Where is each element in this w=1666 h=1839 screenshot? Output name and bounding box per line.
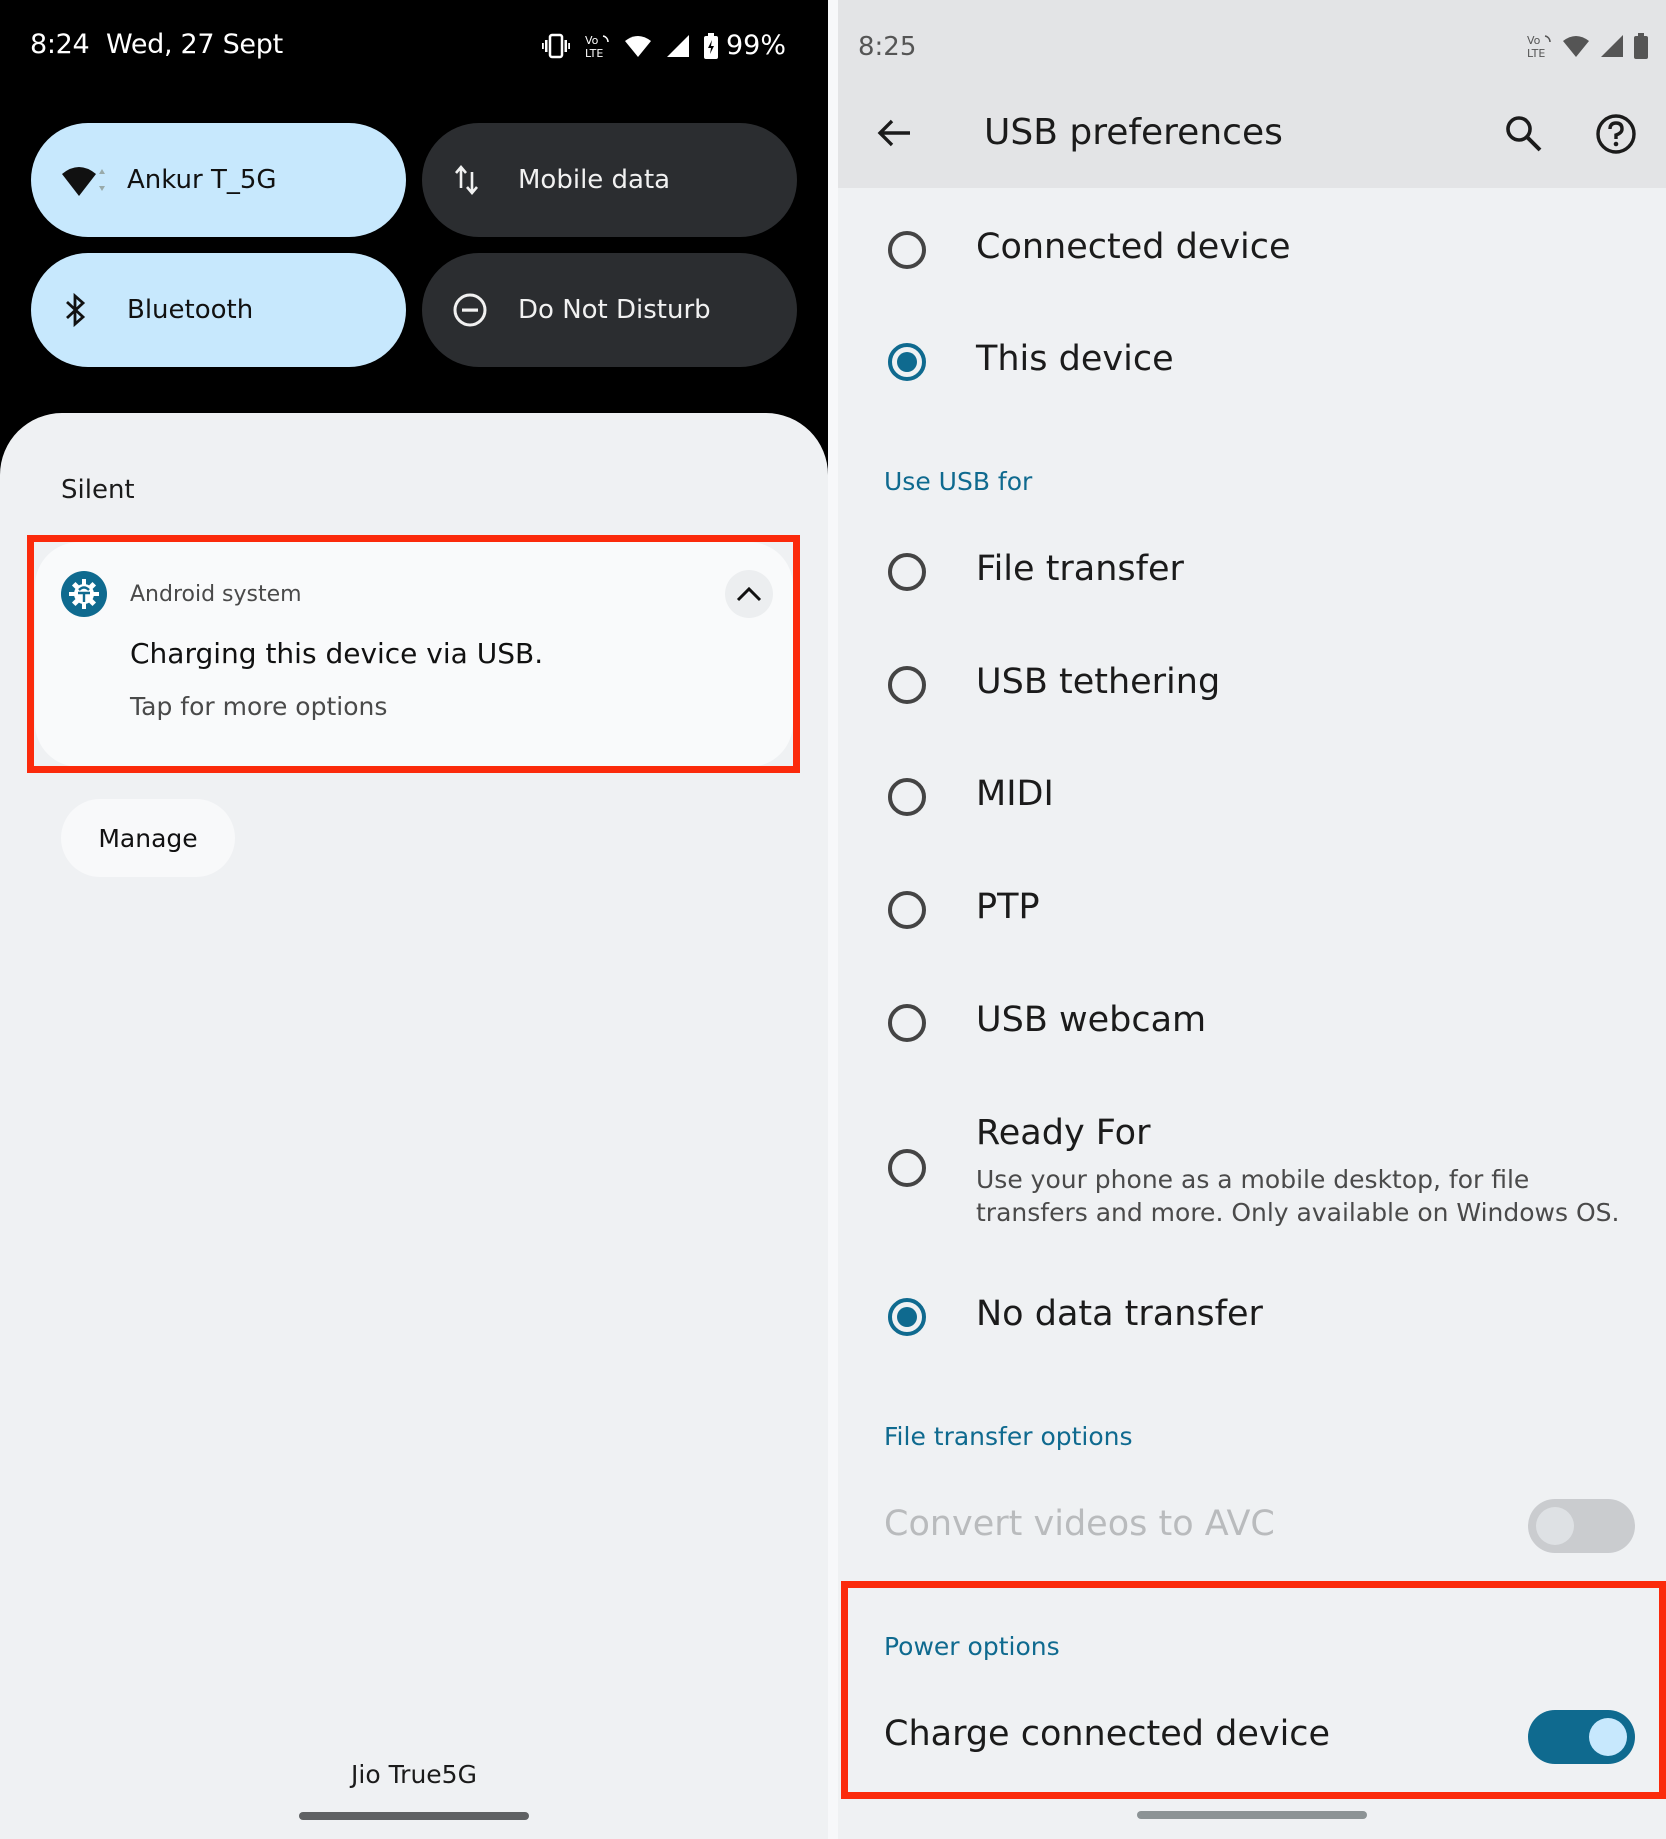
status-time-date: 8:24 Wed, 27 Sept (30, 29, 283, 60)
volte-icon: VoLTE (1527, 34, 1551, 59)
radio-label: Connected device (976, 227, 1291, 267)
volte-icon: VoLTE (585, 34, 609, 59)
wifi-icon (1563, 36, 1589, 57)
status-time: 8:25 (858, 32, 917, 62)
help-button[interactable] (1595, 113, 1637, 155)
svg-text:LTE: LTE (1527, 47, 1545, 59)
home-gesture-bar[interactable] (1137, 1811, 1367, 1819)
radio-label: MIDI (976, 774, 1054, 814)
app-bar (838, 0, 1666, 188)
radio-button-checked[interactable] (888, 1298, 926, 1336)
vibrate-icon (541, 33, 570, 58)
radio-button[interactable] (888, 1004, 926, 1042)
tile-bluetooth[interactable]: Bluetooth (31, 253, 406, 367)
radio-row-this-device[interactable]: This device (838, 320, 1666, 404)
notification-shade: 8:24 Wed, 27 Sept Vo LTE 99% Ankur T_5G M… (0, 0, 828, 1839)
radio-label: USB tethering (976, 662, 1221, 702)
radio-row-no-data-transfer[interactable]: No data transfer (838, 1275, 1666, 1359)
radio-button[interactable] (888, 1149, 926, 1187)
description-line-1: Use your phone as a mobile desktop, for … (976, 1165, 1530, 1194)
svg-text:Vo: Vo (585, 34, 599, 47)
tile-label: Mobile data (518, 165, 671, 195)
radio-row-file-transfer[interactable]: File transfer (838, 530, 1666, 614)
tile-label: Ankur T_5G (127, 165, 277, 195)
radio-label: No data transfer (976, 1294, 1263, 1334)
radio-row-usb-webcam[interactable]: USB webcam (838, 981, 1666, 1065)
signal-icon (666, 34, 689, 57)
radio-button[interactable] (888, 231, 926, 269)
radio-label: This device (976, 339, 1174, 379)
highlight-box-power-options (841, 1581, 1666, 1799)
page-title: USB preferences (984, 112, 1283, 153)
radio-description: Use your phone as a mobile desktop, for … (976, 1163, 1636, 1229)
highlight-box-notification (27, 535, 800, 773)
status-time: 8:24 (30, 29, 90, 60)
svg-text:Vo: Vo (1527, 34, 1541, 47)
convert-videos-toggle (1528, 1499, 1635, 1553)
battery-charging-icon (703, 32, 718, 59)
radio-button[interactable] (888, 891, 926, 929)
bluetooth-icon (61, 290, 109, 330)
battery-percent: 99% (725, 30, 786, 61)
tile-label: Do Not Disturb (518, 295, 711, 325)
manage-button[interactable]: Manage (61, 799, 235, 877)
carrier-label: Jio True5G (351, 1760, 477, 1789)
search-button[interactable] (1503, 113, 1545, 155)
radio-row-ptp[interactable]: PTP (838, 868, 1666, 952)
usb-preferences-screen: 8:25 Vo LTE USB preferences Connected dev… (838, 0, 1666, 1839)
description-line-2: transfers and more. Only available on Wi… (976, 1198, 1620, 1227)
radio-row-midi[interactable]: MIDI (838, 755, 1666, 839)
radio-label: USB webcam (976, 1000, 1207, 1040)
status-icons: Vo LTE (1526, 33, 1648, 59)
arrow-back-icon (877, 119, 910, 147)
svg-text:LTE: LTE (585, 47, 603, 59)
section-header-file-transfer-options: File transfer options (884, 1422, 1133, 1451)
radio-button[interactable] (888, 553, 926, 591)
radio-button-checked[interactable] (888, 343, 926, 381)
radio-button[interactable] (888, 666, 926, 704)
radio-label: Ready For (976, 1113, 1151, 1153)
radio-row-ready-for[interactable]: Ready For Use your phone as a mobile des… (838, 1100, 1666, 1240)
status-date: Wed, 27 Sept (106, 29, 283, 60)
switch-row-convert-videos: Convert videos to AVC (838, 1485, 1666, 1569)
mobile-data-icon (452, 160, 500, 200)
wifi-icon (624, 35, 651, 57)
panel-divider (828, 0, 838, 1839)
radio-row-connected-device[interactable]: Connected device (838, 208, 1666, 292)
wifi-icon (61, 160, 109, 200)
do-not-disturb-icon (452, 290, 500, 330)
radio-row-usb-tethering[interactable]: USB tethering (838, 643, 1666, 727)
battery-icon (1634, 33, 1648, 59)
tile-wifi[interactable]: Ankur T_5G (31, 123, 406, 237)
section-header-use-usb-for: Use USB for (884, 467, 1033, 496)
home-gesture-bar[interactable] (299, 1812, 529, 1820)
tile-mobile-data[interactable]: Mobile data (422, 123, 797, 237)
radio-label: PTP (976, 887, 1040, 927)
section-label-silent: Silent (61, 475, 135, 505)
search-icon (1506, 116, 1542, 152)
status-icons: Vo LTE 99% (541, 30, 786, 61)
radio-label: File transfer (976, 549, 1184, 589)
tile-do-not-disturb[interactable]: Do Not Disturb (422, 253, 797, 367)
help-icon (1596, 114, 1636, 154)
radio-button[interactable] (888, 778, 926, 816)
toggle-knob (1536, 1507, 1574, 1545)
back-button[interactable] (874, 113, 914, 153)
switch-label: Convert videos to AVC (884, 1504, 1275, 1544)
signal-icon (1601, 35, 1623, 57)
tile-label: Bluetooth (127, 295, 254, 325)
